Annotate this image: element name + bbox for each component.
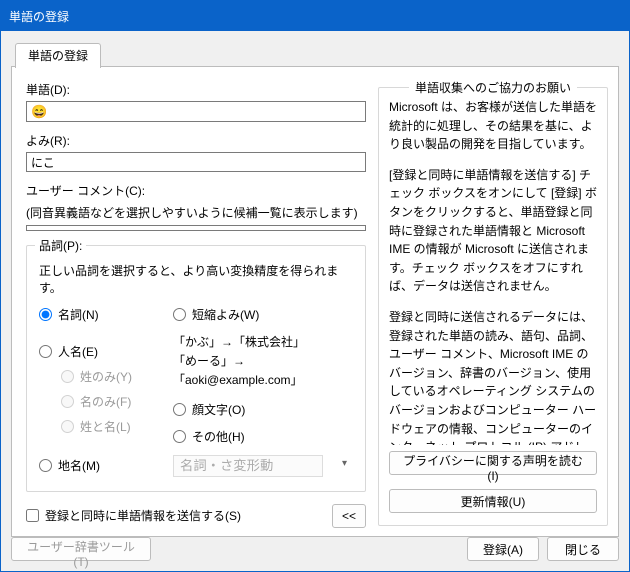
radio-other[interactable]: その他(H) bbox=[173, 428, 353, 445]
update-button[interactable]: 更新情報(U) bbox=[389, 489, 597, 513]
example-1: 「かぶ」→「株式会社」 bbox=[173, 333, 353, 352]
short-examples: 「かぶ」→「株式会社」 「めーる」→「aoki@example.com」 bbox=[173, 333, 353, 391]
cooperation-group: 単語収集へのご協力のお願い Microsoft は、お客様が送信した単語を統計的… bbox=[378, 87, 608, 526]
right-col-block: 「かぶ」→「株式会社」 「めーる」→「aoki@example.com」 顔文字… bbox=[173, 333, 353, 445]
privacy-button[interactable]: プライバシーに関する声明を読む(I) bbox=[389, 451, 597, 475]
other-select-wrap: 名詞・さ変形動 bbox=[173, 455, 353, 477]
radio-short-input[interactable] bbox=[173, 308, 186, 321]
tab-strip: 単語の登録 bbox=[11, 43, 619, 67]
radio-face-label: 顔文字(O) bbox=[192, 401, 245, 418]
pos-radios: 名詞(N) 短縮よみ(W) 人名(E) bbox=[39, 306, 353, 477]
radio-surname: 姓のみ(Y) bbox=[61, 368, 169, 385]
send-checkbox[interactable]: 登録と同時に単語情報を送信する(S) bbox=[26, 507, 241, 524]
close-button[interactable]: 閉じる bbox=[547, 537, 619, 561]
reading-label: よみ(R): bbox=[26, 132, 366, 149]
comment-input[interactable] bbox=[26, 225, 366, 231]
titlebar: 単語の登録 bbox=[1, 1, 629, 31]
radio-surgiven: 姓と名(L) bbox=[61, 418, 169, 435]
tab-underline bbox=[11, 66, 619, 67]
comment-label: ユーザー コメント(C): bbox=[26, 182, 366, 199]
example-2: 「めーる」→「aoki@example.com」 bbox=[173, 352, 353, 390]
word-registration-window: 単語の登録 単語の登録 単語(D): よみ(R): ユーザー コメント(C): … bbox=[0, 0, 630, 572]
tab-word-registration[interactable]: 単語の登録 bbox=[15, 43, 101, 68]
dict-tool-button: ユーザー辞書ツール(T) bbox=[11, 537, 151, 561]
left-column: 単語(D): よみ(R): ユーザー コメント(C): (同音異義語などを選択し… bbox=[26, 81, 366, 520]
person-sub: 姓のみ(Y) 名のみ(F) 姓と名(L) bbox=[61, 368, 169, 435]
send-row: 登録と同時に単語情報を送信する(S) << bbox=[26, 504, 366, 528]
radio-noun-input[interactable] bbox=[39, 308, 52, 321]
word-input[interactable] bbox=[26, 101, 366, 122]
radio-given-label: 名のみ(F) bbox=[80, 393, 131, 410]
cooperation-title: 単語収集へのご協力のお願い bbox=[409, 79, 577, 96]
send-checkbox-label: 登録と同時に単語情報を送信する(S) bbox=[45, 507, 241, 524]
window-title: 単語の登録 bbox=[9, 8, 69, 25]
radio-person-label: 人名(E) bbox=[58, 343, 98, 360]
word-label: 単語(D): bbox=[26, 81, 366, 98]
cooperation-text: Microsoft は、お客様が送信した単語を統計的に処理し、その結果を基に、よ… bbox=[389, 98, 597, 445]
radio-short-label: 短縮よみ(W) bbox=[192, 306, 259, 323]
radio-face[interactable]: 顔文字(O) bbox=[173, 401, 353, 418]
radio-place-input[interactable] bbox=[39, 459, 52, 472]
reading-input[interactable] bbox=[26, 152, 366, 172]
radio-place-label: 地名(M) bbox=[58, 457, 100, 474]
radio-other-label: その他(H) bbox=[192, 428, 245, 445]
radio-surgiven-input bbox=[61, 420, 74, 433]
cooperation-buttons: プライバシーに関する声明を読む(I) 更新情報(U) bbox=[389, 445, 597, 513]
pos-desc: 正しい品詞を選択すると、より高い変換精度を得られます。 bbox=[39, 262, 353, 296]
person-block: 人名(E) 姓のみ(Y) 名のみ(F) bbox=[39, 343, 169, 435]
pos-group-title: 品詞(P): bbox=[35, 237, 86, 254]
right-column: 単語収集へのご協力のお願い Microsoft は、お客様が送信した単語を統計的… bbox=[378, 81, 608, 520]
other-select: 名詞・さ変形動 bbox=[173, 455, 323, 477]
coop-p3: 登録と同時に送信されるデータには、登録された単語の読み、語句、品詞、ユーザー コ… bbox=[389, 308, 597, 445]
radio-place[interactable]: 地名(M) bbox=[39, 457, 169, 474]
radio-given: 名のみ(F) bbox=[61, 393, 169, 410]
send-checkbox-input[interactable] bbox=[26, 509, 39, 522]
radio-surgiven-label: 姓と名(L) bbox=[80, 418, 131, 435]
radio-noun-label: 名詞(N) bbox=[58, 306, 99, 323]
radio-person-input[interactable] bbox=[39, 345, 52, 358]
comment-hint: (同音異義語などを選択しやすいように候補一覧に表示します) bbox=[26, 204, 366, 221]
radio-person[interactable]: 人名(E) bbox=[39, 343, 169, 360]
radio-short[interactable]: 短縮よみ(W) bbox=[173, 306, 353, 323]
pos-group: 品詞(P): 正しい品詞を選択すると、より高い変換精度を得られます。 名詞(N)… bbox=[26, 245, 366, 492]
tab-label: 単語の登録 bbox=[28, 49, 88, 63]
radio-surname-label: 姓のみ(Y) bbox=[80, 368, 132, 385]
coop-p1: Microsoft は、お客様が送信した単語を統計的に処理し、その結果を基に、よ… bbox=[389, 98, 597, 154]
radio-face-input[interactable] bbox=[173, 403, 186, 416]
client-area: 単語の登録 単語(D): よみ(R): ユーザー コメント(C): (同音異義語… bbox=[1, 31, 629, 571]
tab-page: 単語(D): よみ(R): ユーザー コメント(C): (同音異義語などを選択し… bbox=[11, 67, 619, 537]
footer: ユーザー辞書ツール(T) 登録(A) 閉じる bbox=[11, 537, 619, 561]
radio-noun[interactable]: 名詞(N) bbox=[39, 306, 169, 323]
register-button[interactable]: 登録(A) bbox=[467, 537, 539, 561]
collapse-button[interactable]: << bbox=[332, 504, 366, 528]
radio-given-input bbox=[61, 395, 74, 408]
radio-surname-input bbox=[61, 370, 74, 383]
coop-p2: [登録と同時に単語情報を送信する] チェック ボックスをオンにして [登録] ボ… bbox=[389, 166, 597, 296]
radio-other-input[interactable] bbox=[173, 430, 186, 443]
